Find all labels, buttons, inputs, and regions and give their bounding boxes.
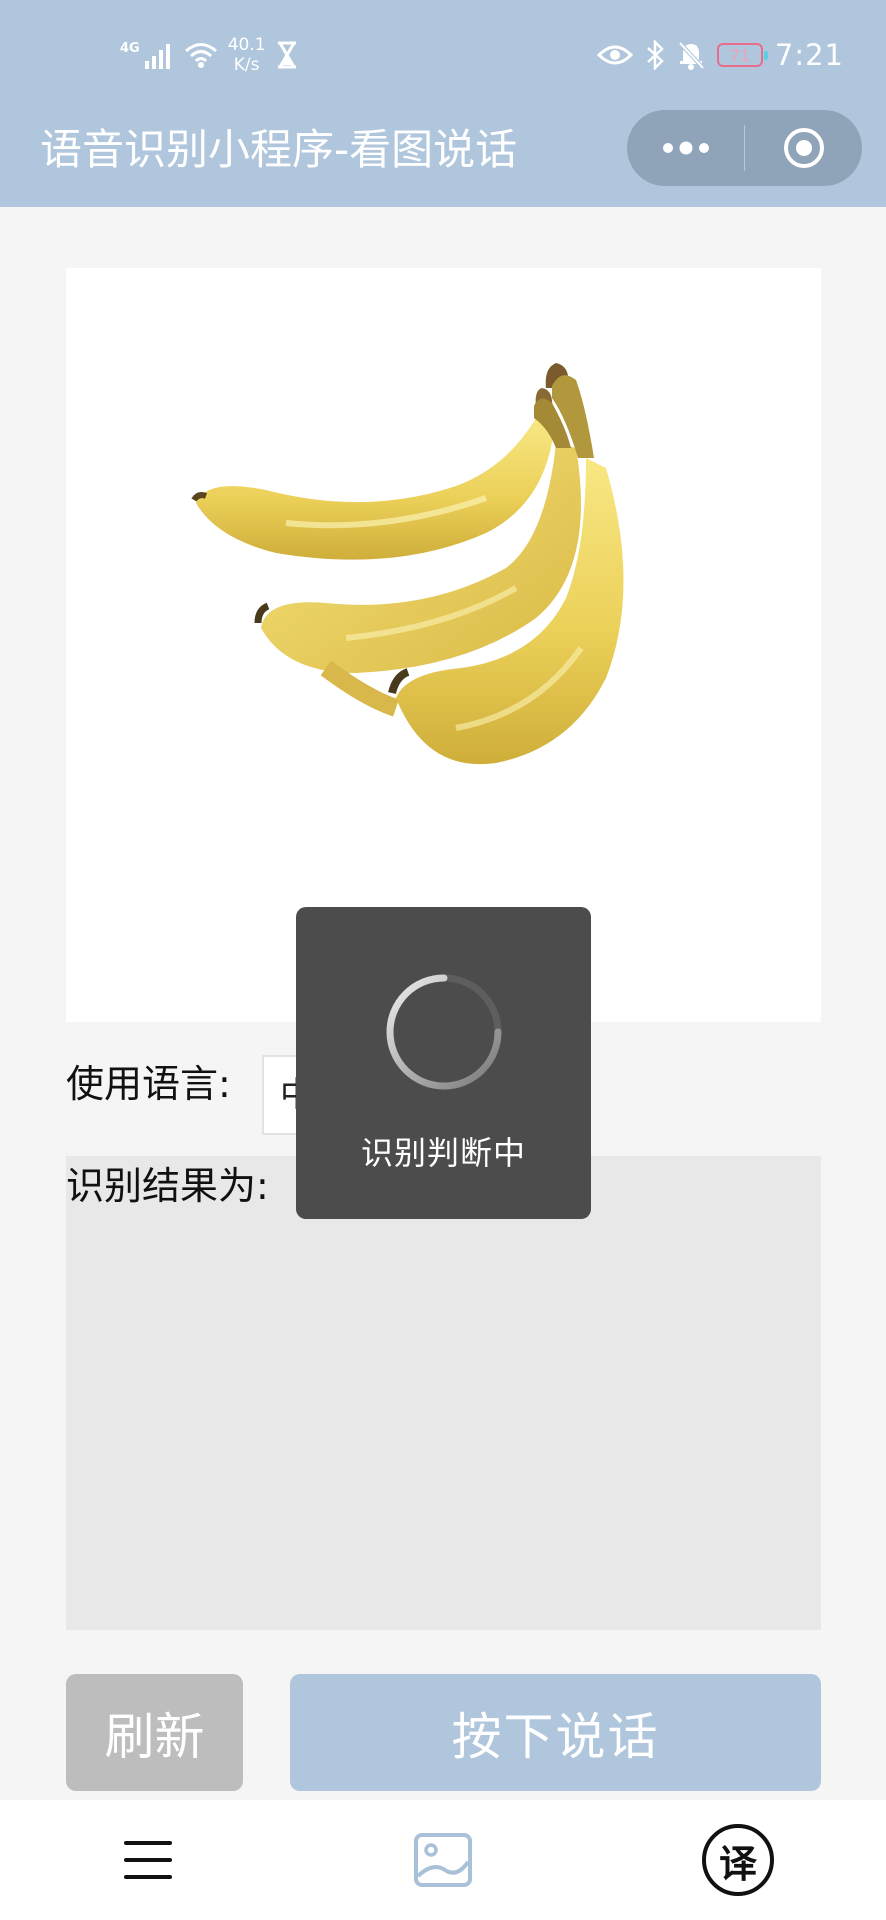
tab-translate[interactable]: 译	[683, 1800, 793, 1920]
page-title: 语音识别小程序-看图说话	[40, 125, 518, 174]
eye-icon	[596, 45, 633, 65]
network-type: 4G	[120, 40, 140, 56]
menu-icon	[124, 1841, 172, 1879]
loading-spinner-icon	[386, 974, 501, 1090]
loading-toast: 识别判断中	[296, 907, 591, 1219]
image-icon	[414, 1833, 472, 1887]
language-label: 使用语言:	[66, 1062, 231, 1106]
translate-glyph: 译	[718, 1841, 757, 1886]
mini-program-capsule	[627, 110, 862, 186]
more-icon	[662, 141, 709, 155]
press-to-speak-button[interactable]: 按下说话	[290, 1674, 821, 1791]
tab-bar: 译	[0, 1800, 886, 1920]
status-bar-left: 4G 40.1 K/s	[120, 30, 298, 80]
more-button[interactable]	[627, 110, 744, 186]
result-area	[66, 1156, 821, 1630]
result-label: 识别结果为:	[66, 1164, 269, 1208]
wifi-icon	[184, 43, 217, 68]
battery-level: 71	[729, 45, 751, 65]
status-time: 7:21	[774, 38, 844, 72]
speed-unit: K/s	[233, 55, 260, 75]
tab-picture[interactable]	[388, 1800, 498, 1920]
bluetooth-icon	[647, 40, 664, 70]
speed-value: 40.1	[227, 35, 266, 55]
close-target-icon	[783, 128, 824, 168]
tab-menu[interactable]	[93, 1800, 203, 1920]
translate-icon: 译	[702, 1824, 774, 1896]
close-button[interactable]	[745, 110, 862, 186]
toast-text: 识别判断中	[360, 1134, 526, 1172]
signal-icon	[144, 44, 170, 69]
status-bar-right: 71 7:21	[596, 30, 844, 80]
bell-off-icon	[678, 41, 705, 70]
refresh-button[interactable]: 刷新	[66, 1674, 243, 1791]
network-speed: 40.1 K/s	[228, 35, 266, 75]
battery-icon: 71	[716, 43, 768, 67]
hourglass-icon	[277, 41, 296, 69]
